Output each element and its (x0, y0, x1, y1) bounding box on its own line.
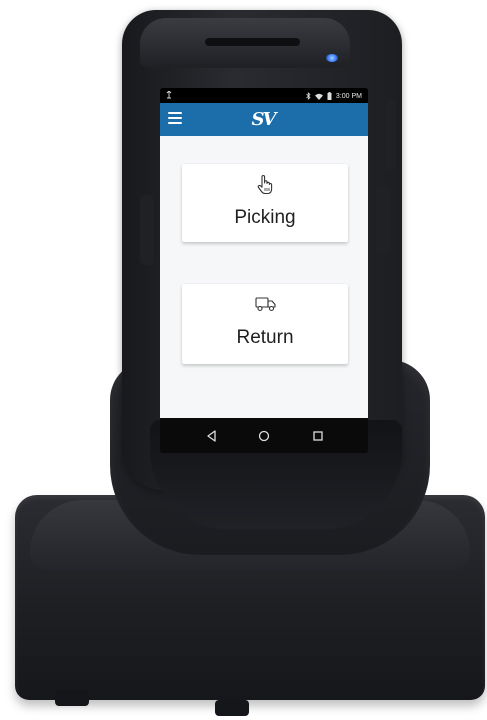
app-logo: SV (251, 109, 277, 130)
cradle-foot (215, 700, 249, 716)
cradle-foot (55, 690, 89, 706)
earpiece-speaker (205, 38, 300, 46)
truck-icon (255, 294, 276, 316)
app-bar: SV (160, 103, 368, 136)
side-button (386, 100, 396, 170)
picking-button[interactable]: Picking (182, 164, 348, 242)
hand-pointer-icon (255, 174, 275, 196)
home-icon[interactable] (256, 428, 272, 444)
wifi-icon (314, 93, 323, 100)
scan-button-right (376, 185, 390, 255)
return-label: Return (236, 327, 294, 348)
notification-led (326, 54, 338, 62)
main-menu: Picking Return (160, 136, 368, 418)
device-screen: 3:00 PM SV Picking Return (160, 88, 368, 453)
scan-button-left (140, 195, 154, 265)
battery-icon (327, 92, 332, 100)
picking-label: Picking (234, 207, 296, 228)
status-time: 3:00 PM (335, 92, 362, 100)
back-icon[interactable] (204, 428, 220, 444)
status-icons: 3:00 PM (306, 92, 362, 100)
recent-apps-icon[interactable] (310, 428, 326, 444)
bluetooth-icon (306, 92, 311, 100)
return-button[interactable]: Return (182, 284, 348, 364)
hamburger-menu-icon[interactable] (168, 112, 182, 124)
android-nav-bar (160, 418, 368, 453)
status-bar: 3:00 PM (160, 88, 368, 103)
usb-icon (166, 90, 172, 101)
